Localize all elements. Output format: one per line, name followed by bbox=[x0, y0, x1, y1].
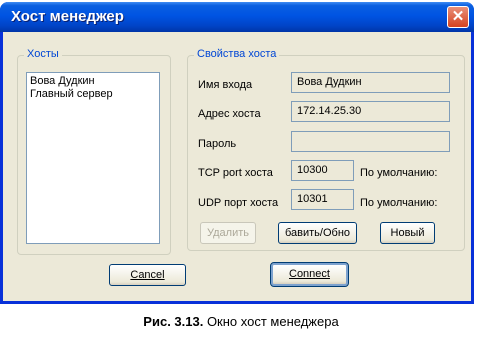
title-bar: Хост менеджер ✕ bbox=[0, 2, 474, 32]
password-label: Пароль bbox=[198, 138, 237, 150]
hosts-group: Хосты Вова Дудкин Главный сервер bbox=[17, 48, 171, 255]
list-item[interactable]: Вова Дудкин bbox=[30, 75, 156, 88]
new-button[interactable]: Новый bbox=[380, 222, 435, 244]
caption-number: Рис. 3.13. bbox=[143, 314, 204, 329]
login-label: Имя входа bbox=[198, 79, 253, 91]
tcp-default-label: По умолчанию: bbox=[360, 167, 438, 179]
host-manager-window: Хост менеджер ✕ Хосты Вова Дудкин Главны… bbox=[0, 2, 474, 304]
tcp-port-label: TCP port хоста bbox=[198, 167, 273, 179]
host-properties-legend: Свойства хоста bbox=[194, 48, 280, 60]
udp-port-label: UDP порт хоста bbox=[198, 197, 279, 209]
hosts-list[interactable]: Вова Дудкин Главный сервер bbox=[26, 72, 160, 244]
login-field[interactable]: Вова Дудкин bbox=[291, 72, 450, 93]
hosts-legend: Хосты bbox=[24, 48, 62, 60]
udp-default-label: По умолчанию: bbox=[360, 197, 438, 209]
delete-button[interactable]: Удалить bbox=[200, 222, 256, 244]
address-label: Адрес хоста bbox=[198, 108, 261, 120]
address-field[interactable]: 172.14.25.30 bbox=[291, 101, 450, 122]
window-title: Хост менеджер bbox=[11, 8, 124, 25]
caption-text: Окно хост менеджера bbox=[203, 314, 339, 329]
connect-button[interactable]: Connect bbox=[270, 262, 349, 287]
connect-button-label: Connect bbox=[289, 268, 330, 280]
password-field[interactable] bbox=[291, 131, 450, 152]
close-icon[interactable]: ✕ bbox=[447, 6, 469, 28]
add-update-button[interactable]: бавить/Обно bbox=[278, 222, 357, 244]
host-properties-group: Свойства хоста Имя входа Вова Дудкин Адр… bbox=[187, 48, 465, 251]
tcp-port-field[interactable]: 10300 bbox=[291, 160, 354, 181]
udp-port-field[interactable]: 10301 bbox=[291, 189, 354, 210]
list-item[interactable]: Главный сервер bbox=[30, 88, 156, 101]
figure-caption: Рис. 3.13. Окно хост менеджера bbox=[0, 314, 482, 329]
cancel-button[interactable]: Cancel bbox=[109, 264, 186, 286]
cancel-button-label: Cancel bbox=[130, 269, 165, 281]
